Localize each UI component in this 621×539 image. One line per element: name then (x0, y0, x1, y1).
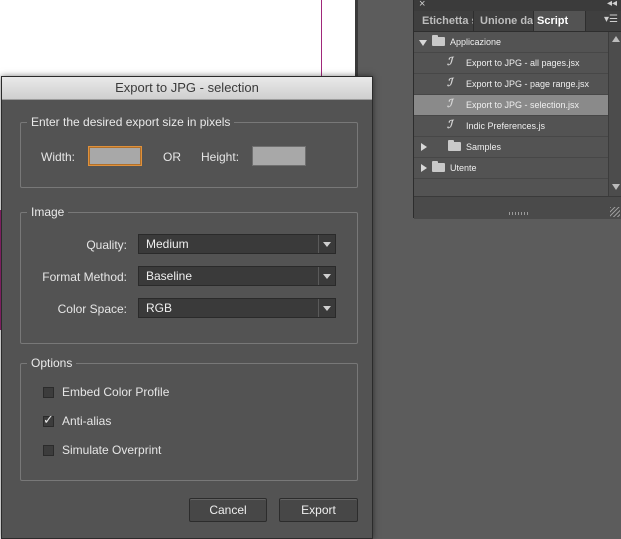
simulate-overprint-checkbox[interactable] (43, 445, 54, 456)
collapse-icon[interactable]: ◂◂ (607, 0, 617, 9)
cancel-button[interactable]: Cancel (189, 498, 267, 522)
format-method-select[interactable]: Baseline (138, 266, 336, 286)
width-label: Width: (41, 150, 76, 164)
embed-color-profile-label[interactable]: Embed Color Profile (62, 384, 169, 400)
scroll-up-icon[interactable] (612, 36, 620, 42)
color-space-value: RGB (146, 301, 173, 315)
expand-down-icon[interactable] (419, 40, 427, 46)
expand-right-icon[interactable] (421, 143, 427, 151)
script-file-icon: ℐ (447, 97, 453, 110)
options-group-legend: Options (27, 355, 77, 371)
color-space-select[interactable]: RGB (138, 298, 336, 318)
anti-alias-checkbox[interactable]: ✓ (43, 412, 54, 427)
size-group-legend: Enter the desired export size in pixels (27, 114, 235, 130)
tree-item-label: Applicazione (450, 37, 502, 47)
chevron-down-icon (318, 299, 335, 317)
close-icon[interactable]: × (419, 0, 425, 10)
quality-value: Medium (146, 237, 189, 251)
anti-alias-label[interactable]: Anti-alias (62, 413, 111, 429)
checkmark-icon: ✓ (43, 412, 54, 427)
options-group: Options Embed Color Profile ✓ Anti-alias… (20, 355, 358, 481)
tree-item-script[interactable]: ℐ Export to JPG - page range.jsx (414, 74, 608, 95)
image-group: Image Quality: Medium Format Method: Bas… (20, 204, 358, 344)
tree-item-label: Export to JPG - selection.jsx (466, 100, 580, 110)
resize-grip-icon[interactable] (509, 212, 529, 215)
or-label: OR (163, 150, 181, 164)
height-input[interactable] (252, 146, 306, 166)
format-method-value: Baseline (146, 269, 193, 283)
tree-item-label: Indic Preferences.js (466, 121, 546, 131)
embed-color-profile-checkbox[interactable] (43, 387, 54, 398)
script-tree: Applicazione ℐ Export to JPG - all pages… (414, 32, 608, 179)
simulate-overprint-label[interactable]: Simulate Overprint (62, 442, 161, 458)
tree-item-label: Utente (450, 163, 477, 173)
vertical-scrollbar[interactable] (608, 32, 621, 196)
quality-select[interactable]: Medium (138, 234, 336, 254)
size-group: Enter the desired export size in pixels … (20, 114, 358, 188)
tab-script[interactable]: Script (534, 11, 586, 31)
format-method-label: Format Method: (42, 270, 127, 284)
chevron-down-icon (318, 235, 335, 253)
tree-item-label: Samples (466, 142, 502, 152)
tree-item-applicazione[interactable]: Applicazione (414, 32, 608, 53)
script-file-icon: ℐ (447, 55, 453, 68)
dialog-title: Export to JPG - selection (2, 77, 372, 100)
folder-icon (432, 35, 445, 46)
tree-item-label: Export to JPG - all pages.jsx (466, 58, 580, 68)
quality-label: Quality: (86, 238, 127, 252)
corner-resize-icon[interactable] (610, 207, 620, 217)
script-file-icon: ℐ (447, 76, 453, 89)
tab-unione-dati[interactable]: Unione da (474, 11, 534, 31)
folder-icon (432, 161, 445, 172)
script-file-icon: ℐ (447, 118, 453, 131)
export-button[interactable]: Export (279, 498, 358, 522)
script-panel: × ◂◂ Etichetta s Unione da Script ▾☰ App… (413, 0, 621, 219)
width-input[interactable] (88, 146, 142, 166)
color-space-label: Color Space: (57, 302, 127, 316)
panel-menu-icon[interactable]: ▾☰ (604, 14, 618, 25)
panel-header-strip: × ◂◂ (414, 0, 621, 11)
expand-right-icon[interactable] (421, 164, 427, 172)
tree-item-script-selected[interactable]: ℐ Export to JPG - selection.jsx (414, 95, 608, 116)
tree-item-script[interactable]: ℐ Export to JPG - all pages.jsx (414, 53, 608, 74)
folder-icon (448, 140, 461, 151)
margin-guide (321, 0, 322, 78)
panel-tabs: Etichetta s Unione da Script ▾☰ (414, 11, 621, 32)
tab-etichetta[interactable]: Etichetta s (414, 11, 474, 31)
panel-footer (414, 196, 621, 219)
image-group-legend: Image (27, 204, 69, 220)
tree-item-script[interactable]: ℐ Indic Preferences.js (414, 116, 608, 137)
tree-item-utente[interactable]: Utente (414, 158, 608, 179)
export-dialog: Export to JPG - selection Enter the desi… (1, 76, 373, 539)
tree-item-label: Export to JPG - page range.jsx (466, 79, 590, 89)
height-label: Height: (201, 150, 240, 164)
scroll-down-icon[interactable] (612, 184, 620, 190)
chevron-down-icon (318, 267, 335, 285)
tree-item-samples[interactable]: Samples (414, 137, 608, 158)
